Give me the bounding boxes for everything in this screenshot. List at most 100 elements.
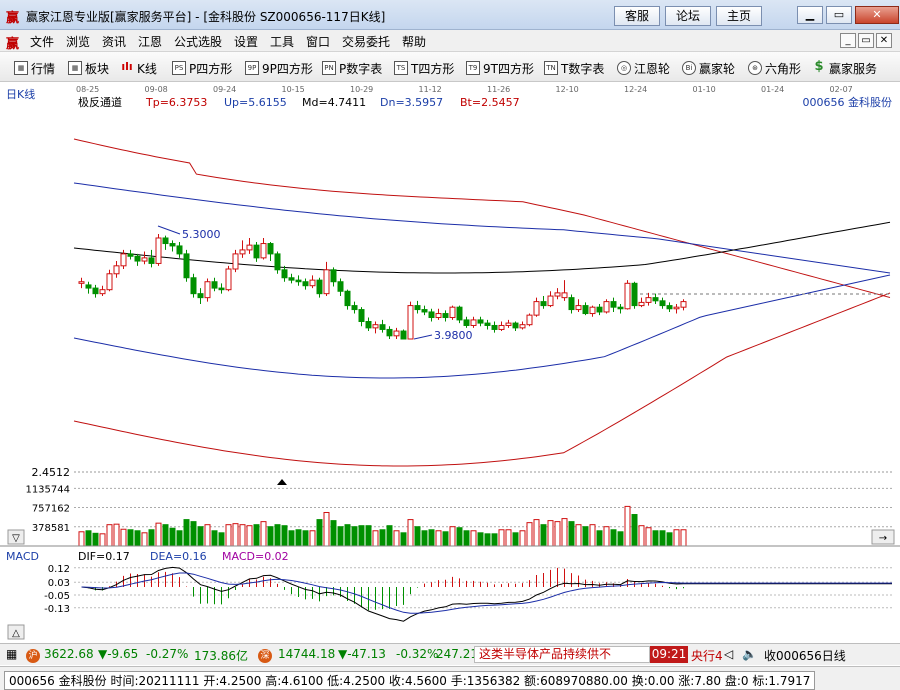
- macd-tick: 0.12: [48, 564, 70, 575]
- minimize-button[interactable]: ▁: [797, 6, 823, 24]
- tool-quotes-button[interactable]: ▦ 行情: [14, 59, 55, 77]
- volume-bar: [365, 525, 372, 547]
- candle-body: [491, 324, 498, 330]
- 9t-square-icon: T9: [466, 61, 480, 75]
- volume-bar: [372, 530, 379, 547]
- volume-bar: [456, 527, 463, 547]
- menu-browse[interactable]: 浏览: [66, 33, 90, 50]
- volume-tick: 1135744: [25, 484, 70, 495]
- maximize-button[interactable]: ▭: [826, 6, 852, 24]
- mute-icon[interactable]: ◁: [724, 647, 733, 661]
- bt-channel-line: [73, 292, 891, 467]
- blocks-icon: ▦: [68, 61, 82, 75]
- kline-chart[interactable]: 日K线 08-25 09-08 09-24 10-15 10-29 11-12 11-26 1…: [0, 83, 900, 643]
- tool-hexagon-button[interactable]: ⊛ 六角形: [748, 59, 801, 77]
- chart-area[interactable]: 日K线 08-25 09-08 09-24 10-15 10-29 11-12 11-26 1…: [0, 83, 900, 643]
- volume-bars: [78, 505, 687, 547]
- tool-9t-square-button[interactable]: T9 9T四方形: [466, 59, 534, 77]
- menu-formula[interactable]: 公式选股: [174, 33, 222, 50]
- clock: 09:21: [650, 646, 688, 663]
- homepage-button[interactable]: 主页: [716, 6, 762, 26]
- tool-label: 赢家服务: [829, 61, 878, 76]
- panel-label: 日K线: [6, 87, 35, 101]
- volume-bar: [274, 524, 281, 547]
- news-ticker[interactable]: 这类半导体产品持续供不: [474, 646, 650, 663]
- volume-bar: [547, 520, 554, 547]
- tool-label: 六角形: [765, 61, 802, 76]
- candle-body: [379, 324, 386, 330]
- volume-bar: [99, 533, 106, 547]
- candle-body: [344, 290, 351, 307]
- volume-bar: [589, 524, 596, 547]
- candle-body: [281, 269, 288, 279]
- candle-body: [386, 328, 393, 337]
- menu-info[interactable]: 资讯: [102, 33, 126, 50]
- volume-bar: [316, 519, 323, 547]
- tool-t-square-button[interactable]: TS T四方形: [394, 59, 454, 77]
- volume-bar: [400, 532, 407, 547]
- candle-body: [204, 281, 211, 299]
- index-status-bar: ▦ 沪 3622.68 ▼-9.65 -0.27% 173.86亿 深 1474…: [0, 643, 900, 665]
- candle-body: [267, 243, 274, 255]
- mdi-minimize-button[interactable]: _: [840, 33, 856, 48]
- news-ticker-2[interactable]: 央行4: [691, 647, 723, 664]
- tool-sectors-button[interactable]: ▦ 板块: [68, 59, 109, 77]
- volume-bar: [330, 520, 337, 547]
- candle-body: [127, 253, 134, 257]
- candle-body: [512, 322, 519, 329]
- date-tick: 12-24: [624, 85, 647, 94]
- candle-body: [393, 330, 400, 337]
- dea-line: [81, 572, 892, 614]
- date-axis: 08-25 09-08 09-24 10-15 10-29 11-12 11-26 12-10…: [76, 85, 853, 94]
- customer-service-button[interactable]: 客服: [614, 6, 660, 26]
- date-tick: 12-10: [556, 85, 579, 94]
- volume-bar: [575, 524, 582, 547]
- volume-bar: [85, 530, 92, 547]
- title-bar: 赢 赢家江恩专业版[赢家服务平台] - [金科股份 SZ000656-117日K…: [0, 0, 900, 30]
- candle-body: [197, 293, 204, 299]
- tool-p-square-button[interactable]: PS P四方形: [172, 59, 232, 77]
- volume-bar: [232, 523, 239, 547]
- menu-help[interactable]: 帮助: [402, 33, 426, 50]
- candle-body: [617, 306, 624, 310]
- tool-gann-wheel-button[interactable]: ◎ 江恩轮: [617, 59, 670, 77]
- menu-trade[interactable]: 交易委托: [342, 33, 390, 50]
- tool-label: 9P四方形: [262, 61, 313, 76]
- volume-bar: [568, 521, 575, 547]
- close-button[interactable]: ✕: [855, 6, 899, 24]
- candle-body: [631, 282, 638, 307]
- menu-settings[interactable]: 设置: [234, 33, 258, 50]
- tool-p-table-button[interactable]: PN P数字表: [322, 59, 382, 77]
- candle-body: [232, 253, 239, 270]
- grid-icon: ▦: [14, 61, 28, 75]
- candle-body: [554, 292, 561, 297]
- volume-bar: [127, 529, 134, 547]
- tp-value: Tp=6.3753: [145, 96, 207, 109]
- menu-file[interactable]: 文件: [30, 33, 54, 50]
- candle-body: [92, 287, 99, 295]
- menu-gann[interactable]: 江恩: [138, 33, 162, 50]
- status-menu-icon[interactable]: ▦: [6, 647, 17, 661]
- mdi-close-button[interactable]: ✕: [876, 33, 892, 48]
- volume-bar: [295, 529, 302, 547]
- volume-bar: [582, 526, 589, 547]
- tool-9p-square-button[interactable]: 9P 9P四方形: [245, 59, 313, 77]
- menu-window[interactable]: 窗口: [306, 33, 330, 50]
- tool-service-button[interactable]: $ 赢家服务: [812, 59, 877, 77]
- date-tick: 01-24: [761, 85, 784, 94]
- tool-winner-wheel-button[interactable]: Bi 赢家轮: [682, 59, 735, 77]
- mdi-restore-button[interactable]: ▭: [858, 33, 874, 48]
- tool-kline-button[interactable]: ılı K线: [120, 59, 157, 77]
- forum-button[interactable]: 论坛: [665, 6, 711, 26]
- candle-body: [288, 277, 295, 281]
- menu-tools[interactable]: 工具: [270, 33, 294, 50]
- volume-bar: [540, 524, 547, 547]
- volume-bar: [239, 524, 246, 547]
- speaker-icon[interactable]: 🔈: [742, 647, 757, 661]
- tool-t-table-button[interactable]: TN T数字表: [544, 59, 604, 77]
- dif-line: [81, 566, 892, 622]
- volume-bar: [638, 525, 645, 547]
- volume-bar: [421, 530, 428, 547]
- volume-bar: [498, 529, 505, 547]
- toolbar: ▦ 行情 ▦ 板块 ılı K线 PS P四方形 9P 9P四方形 PN P数字表 TS T四…: [0, 52, 900, 82]
